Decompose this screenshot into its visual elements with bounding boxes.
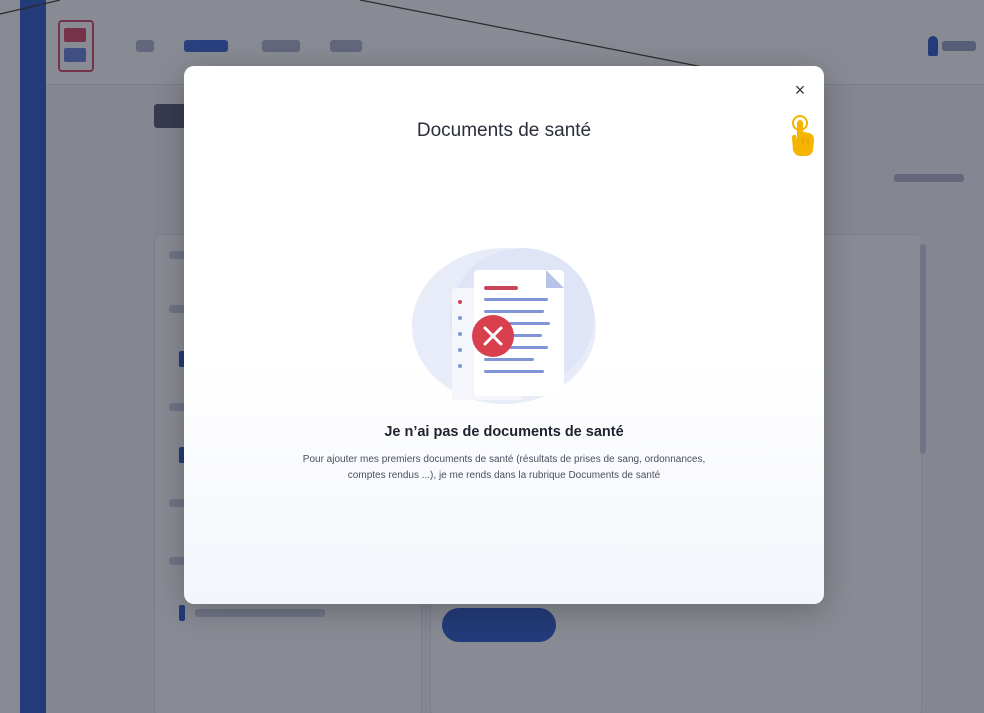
empty-state-text: Pour ajouter mes premiers documents de s… [302,454,706,481]
close-icon[interactable]: × [795,80,806,101]
empty-state-title: Je n’ai pas de documents de santé [384,424,624,440]
modal-title: Documents de santé [416,120,592,141]
health-documents-modal: × Documents de santé Je n’ai pas de docu… [184,66,824,604]
close-button[interactable]: × [788,78,812,102]
document-error-icon [412,248,596,404]
